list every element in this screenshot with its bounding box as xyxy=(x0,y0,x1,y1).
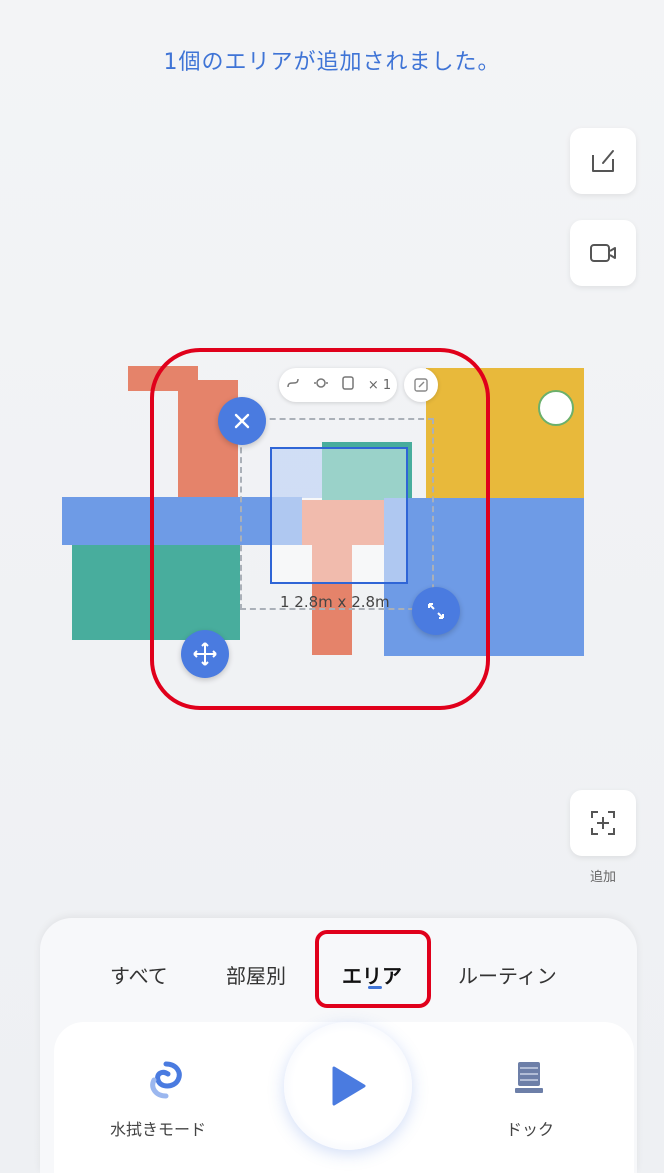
mop-mode-button[interactable]: 水拭きモード xyxy=(110,1052,220,1142)
mop-mode-label: 水拭きモード xyxy=(110,1120,207,1139)
cleaning-map[interactable]: × 1 1 2.8m x 2.8m xyxy=(0,0,664,800)
control-bar: 水拭きモード ドック xyxy=(54,1022,634,1173)
start-cleaning-button[interactable] xyxy=(284,1022,412,1150)
highlight-annotation-map xyxy=(150,348,490,710)
highlight-annotation-tab xyxy=(315,930,431,1008)
play-icon xyxy=(332,1066,366,1106)
dock-icon xyxy=(515,1062,543,1093)
add-area-icon xyxy=(591,811,615,835)
add-area-label: 追加 xyxy=(589,870,616,885)
map-room-icon xyxy=(538,390,574,426)
tab-routine[interactable]: ルーティン xyxy=(458,960,557,989)
bottom-panel: すべて 部屋別 エリア ルーティン 水拭きモード ドック xyxy=(40,918,637,1173)
tab-rooms[interactable]: 部屋別 xyxy=(226,960,286,989)
tab-all[interactable]: すべて xyxy=(110,960,168,989)
mop-mode-icon xyxy=(150,1061,182,1099)
dock-button[interactable]: ドック xyxy=(474,1052,584,1142)
dock-label: ドック xyxy=(506,1120,555,1139)
